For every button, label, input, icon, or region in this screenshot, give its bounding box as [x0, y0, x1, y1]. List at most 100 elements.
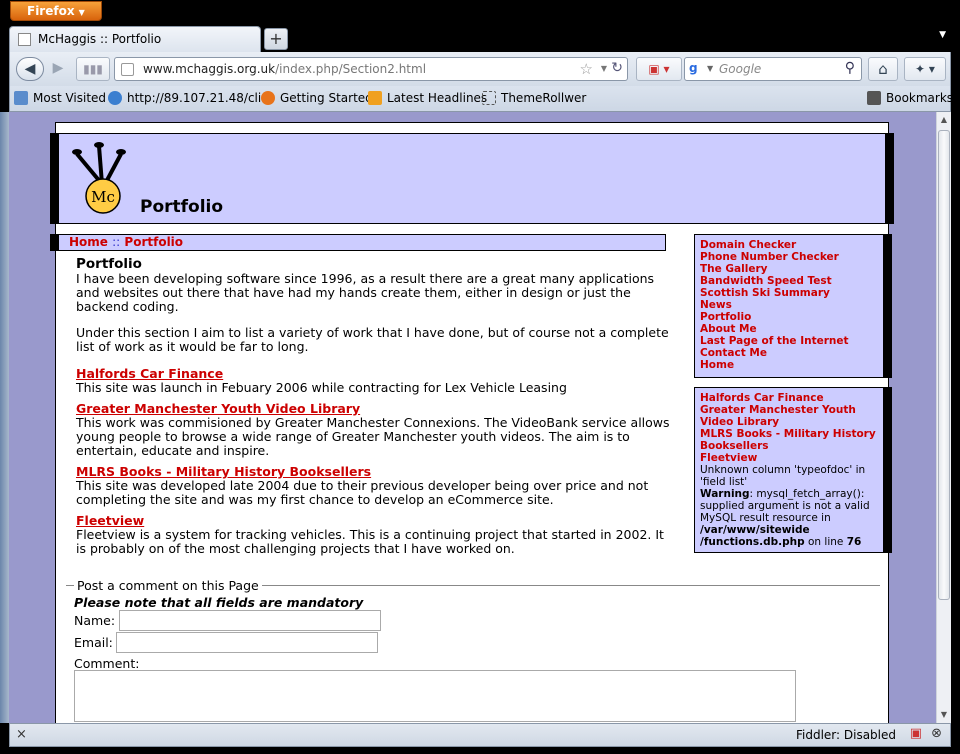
project-title-gm-youth[interactable]: Greater Manchester Youth Video Library: [76, 401, 676, 416]
sidebar-item-portfolio[interactable]: Portfolio: [700, 311, 878, 323]
bookmarks-toolbar: Most Visited http://89.107.21.48/cli... …: [9, 86, 953, 112]
feed-button[interactable]: ▮▮▮: [76, 57, 110, 81]
breadcrumb-portfolio-link[interactable]: Portfolio: [124, 235, 183, 249]
bookmark-latest-headlines[interactable]: Latest Headlines: [368, 91, 487, 105]
fiddler-status[interactable]: Fiddler: Disabled: [796, 728, 896, 742]
comment-legend: Post a comment on this Page: [74, 578, 262, 593]
forward-arrow-icon: ▶: [52, 60, 64, 76]
sidebar-item-scottish-ski-summary[interactable]: Scottish Ski Summary: [700, 287, 878, 299]
intro-paragraph-1: I have been developing software since 19…: [76, 271, 655, 314]
comment-label: Comment:: [74, 656, 140, 671]
back-arrow-icon: ◀: [24, 61, 36, 77]
tab-list-chevron-icon[interactable]: ▼: [939, 30, 946, 40]
bookmark-themerollwer[interactable]: ThemeRollwer: [482, 91, 586, 105]
extension-button[interactable]: ✦ ▾: [904, 57, 946, 81]
email-label: Email:: [74, 635, 113, 650]
firefox-menu-button[interactable]: Firefox ▼: [10, 1, 102, 21]
email-input[interactable]: [116, 632, 378, 653]
bookmark-getting-started[interactable]: Getting Started: [261, 91, 373, 105]
url-history-chevron-icon[interactable]: ▼: [601, 64, 607, 73]
sidebar-item-gallery[interactable]: The Gallery: [700, 263, 878, 275]
reload-icon[interactable]: ↻: [611, 60, 623, 76]
search-placeholder: Google: [719, 62, 762, 76]
addon-icon: ▣ ▾: [648, 62, 670, 76]
sidebar-item-home[interactable]: Home: [700, 359, 878, 371]
engine-chevron-icon[interactable]: ▼: [707, 64, 713, 73]
sidebar-project-halfords[interactable]: Halfords Car Finance: [700, 392, 878, 404]
close-icon[interactable]: ×: [16, 727, 27, 742]
breadcrumb-separator: ::: [112, 235, 121, 249]
sidebar-item-about-me[interactable]: About Me: [700, 323, 878, 335]
page-title: Portfolio: [140, 197, 224, 217]
bookmark-ip-link[interactable]: http://89.107.21.48/cli...: [108, 91, 273, 105]
desktop-strip: [0, 112, 9, 723]
logo-text: Mc: [91, 188, 115, 206]
sidebar-project-mlrs[interactable]: MLRS Books - Military History Bookseller…: [700, 428, 878, 452]
tab-mchaggis-portfolio[interactable]: McHaggis :: Portfolio: [9, 26, 261, 52]
comment-textarea[interactable]: [74, 670, 796, 722]
breadcrumb: Home :: Portfolio: [50, 234, 666, 251]
addon-status-icon[interactable]: ▣: [910, 726, 922, 741]
sidebar-item-domain-checker[interactable]: Domain Checker: [700, 239, 878, 251]
main-content: Portfolio I have been developing softwar…: [76, 256, 676, 562]
sidebar-item-bandwidth-speed-test[interactable]: Bandwidth Speed Test: [700, 275, 878, 287]
back-button[interactable]: ◀: [16, 57, 44, 81]
most-visited-icon: [14, 91, 28, 105]
tab-strip: McHaggis :: Portfolio + ▼: [0, 24, 960, 52]
sidebar-nav-box: Domain Checker Phone Number Checker The …: [694, 234, 892, 378]
site-header: Mc Portfolio: [50, 133, 894, 224]
url-bar[interactable]: www.mchaggis.org.uk/index.php/Section2.h…: [114, 57, 628, 81]
firefox-menu-label: Firefox: [27, 4, 75, 18]
bookmark-most-visited[interactable]: Most Visited: [14, 91, 106, 105]
project-desc-gm-youth: This work was commisioned by Greater Man…: [76, 415, 670, 458]
site-identity-icon[interactable]: [121, 63, 134, 76]
sidebar-item-contact-me[interactable]: Contact Me: [700, 347, 878, 359]
addon-toolbar-button[interactable]: ▣ ▾: [636, 57, 682, 81]
sidebar-project-gm-youth[interactable]: Greater Manchester Youth Video Library: [700, 404, 878, 428]
content-heading: Portfolio: [76, 256, 142, 272]
project-title-halfords[interactable]: Halfords Car Finance: [76, 366, 676, 381]
vertical-scrollbar[interactable]: ▲ ▼: [936, 112, 951, 723]
intro-paragraph-2: Under this section I aim to list a varie…: [76, 325, 669, 354]
new-tab-button[interactable]: +: [264, 28, 288, 50]
tab-title: McHaggis :: Portfolio: [38, 32, 162, 46]
search-bar[interactable]: g ▼ Google ⚲: [684, 57, 862, 81]
sidebar-project-fleetview[interactable]: Fleetview: [700, 452, 878, 464]
google-engine-icon[interactable]: g: [689, 61, 705, 77]
home-button[interactable]: ⌂: [868, 57, 898, 81]
sidebar-projects-box: Halfords Car Finance Greater Manchester …: [694, 387, 892, 553]
name-input[interactable]: [119, 610, 381, 631]
scroll-up-icon[interactable]: ▲: [937, 113, 951, 127]
stop-circle-icon[interactable]: ⊗: [931, 726, 942, 741]
sidebar-item-phone-number-checker[interactable]: Phone Number Checker: [700, 251, 878, 263]
sidebar-item-news[interactable]: News: [700, 299, 878, 311]
bagpipes-logo-icon: Mc: [72, 142, 126, 214]
project-desc-fleetview: Fleetview is a system for tracking vehic…: [76, 527, 664, 556]
sql-warning-label: Warning: [700, 488, 750, 500]
sidebar-item-last-page[interactable]: Last Page of the Internet: [700, 335, 878, 347]
url-domain: www.mchaggis.org.uk: [143, 62, 276, 76]
breadcrumb-home-link[interactable]: Home: [69, 235, 108, 249]
scroll-down-icon[interactable]: ▼: [937, 708, 951, 722]
mandatory-note: Please note that all fields are mandator…: [74, 595, 364, 610]
status-bar: × Fiddler: Disabled ▣ ⊗: [9, 723, 951, 747]
project-list: Halfords Car Finance This site was launc…: [76, 366, 676, 556]
project-desc-mlrs: This site was developed late 2004 due to…: [76, 478, 649, 507]
content-viewport: Mc Portfolio Home :: Portfolio Portfolio…: [9, 112, 936, 723]
sql-error-path: /var/www/sitewide /functions.db.php: [700, 524, 810, 548]
bookmark-star-icon[interactable]: ☆: [580, 60, 593, 78]
scrollbar-thumb[interactable]: [938, 130, 950, 600]
project-title-fleetview[interactable]: Fleetview: [76, 513, 676, 528]
sql-error-message: Unknown column 'typeofdoc' in 'field lis…: [700, 464, 878, 548]
project-title-mlrs[interactable]: MLRS Books - Military History Bookseller…: [76, 464, 676, 479]
window-titlebar: Firefox ▼: [0, 0, 960, 24]
bar-chart-icon: ▮▮▮: [83, 62, 103, 76]
search-icon[interactable]: ⚲: [845, 60, 855, 76]
comment-fieldset: Post a comment on this Page: [66, 578, 880, 593]
bookmarks-menu-button[interactable]: Bookmarks: [867, 91, 953, 105]
chevron-down-icon: ▼: [78, 8, 85, 17]
forward-button[interactable]: ▶: [46, 57, 70, 81]
rss-icon: [368, 91, 382, 105]
sql-error-line1: Unknown column 'typeofdoc' in 'field lis…: [700, 464, 866, 488]
url-path: /index.php/Section2.html: [275, 62, 427, 76]
